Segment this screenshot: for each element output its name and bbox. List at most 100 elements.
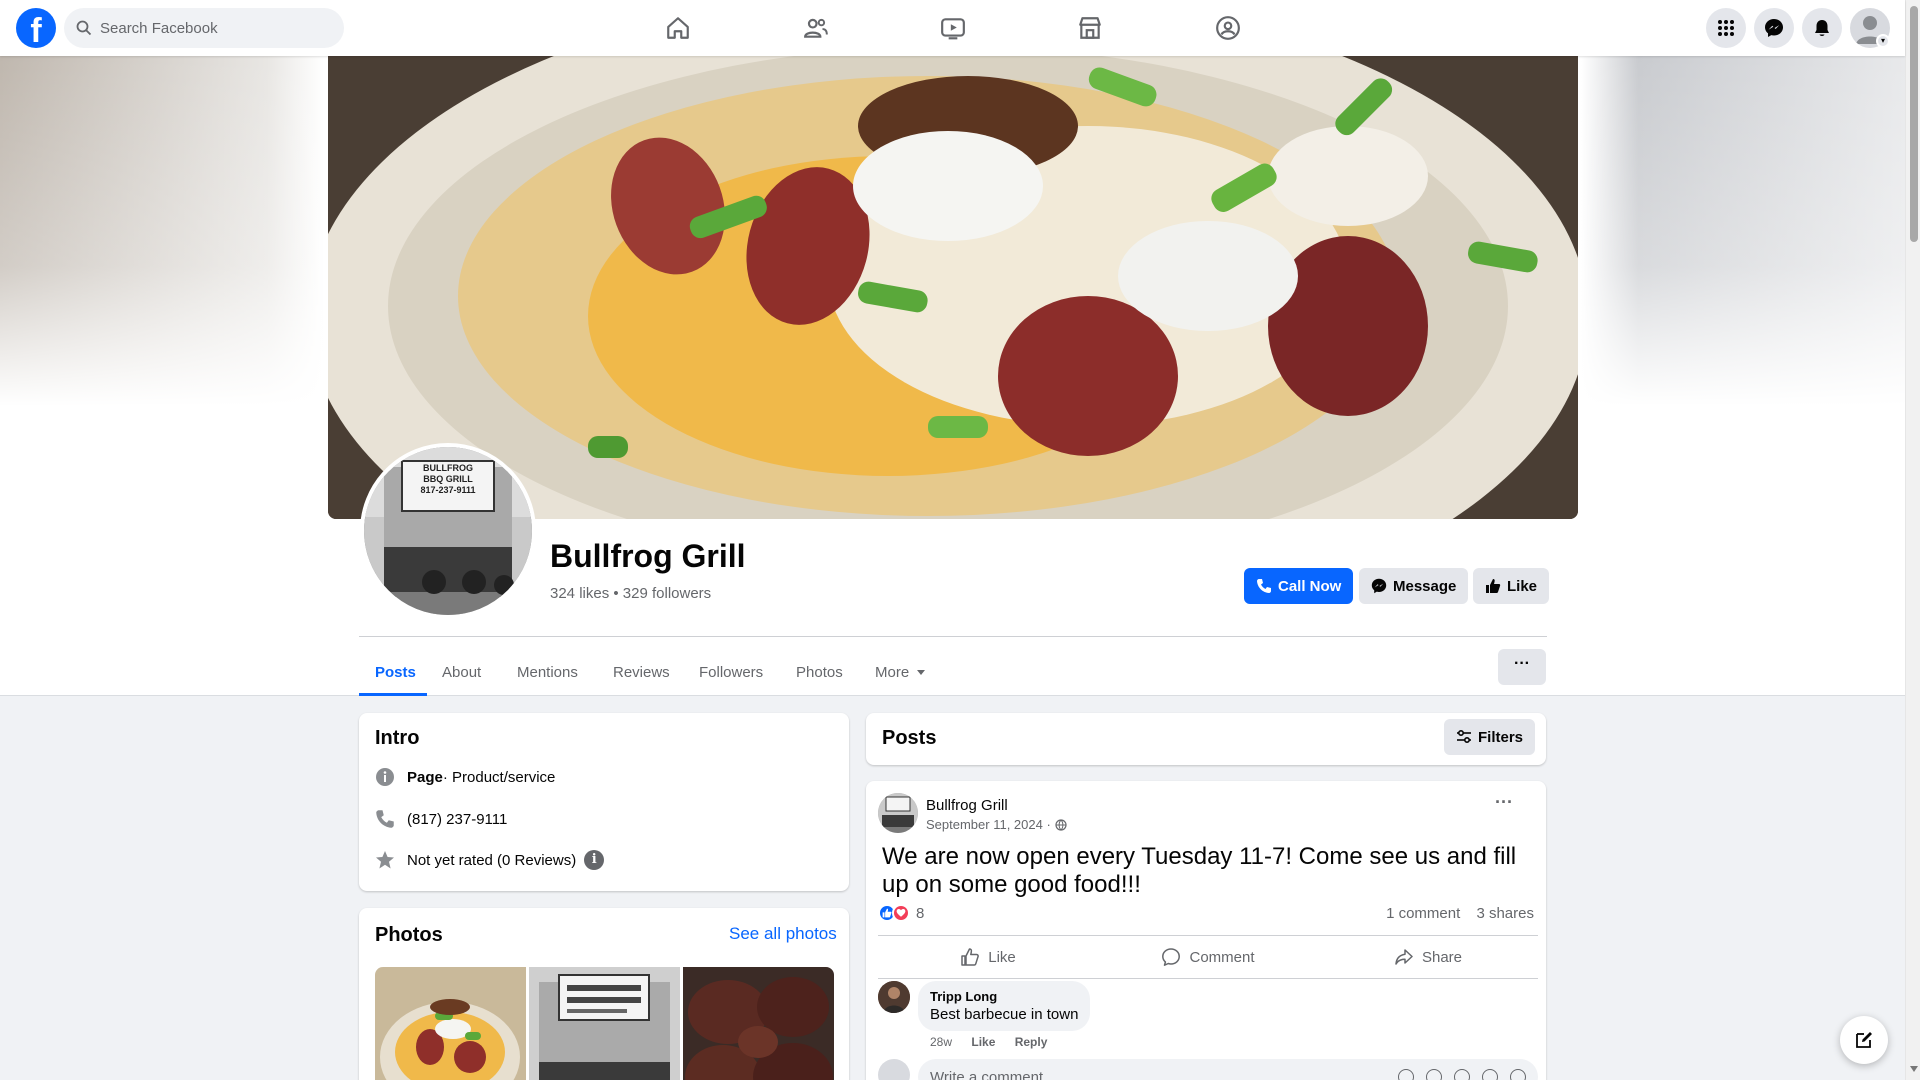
camera-icon[interactable] — [1454, 1069, 1470, 1080]
rating-info-icon[interactable]: i — [584, 850, 605, 870]
emoji-icon[interactable] — [1426, 1069, 1442, 1080]
search-box[interactable] — [64, 8, 344, 48]
new-message-button[interactable] — [1840, 1016, 1888, 1064]
filters-label: Filters — [1478, 728, 1524, 746]
like-page-button[interactable]: Like — [1473, 568, 1550, 604]
post-comment-button[interactable]: Comment — [1098, 936, 1318, 978]
menu-button[interactable] — [1706, 8, 1746, 48]
intro-phone-number: (817) 237-9111 — [407, 810, 508, 828]
nav-home[interactable] — [622, 8, 734, 48]
menu-grid-icon — [1718, 20, 1734, 36]
intro-phone[interactable]: (817) 237-9111 — [375, 809, 507, 829]
facebook-logo[interactable]: f — [16, 8, 56, 48]
profile-picture[interactable]: BULLFROG BBQ GRILL 817-237-9111 — [360, 443, 536, 619]
photo-thumbnail[interactable] — [375, 967, 526, 1080]
write-comment-box[interactable] — [918, 1059, 1538, 1080]
header-divider — [359, 636, 1547, 637]
comment-bubble-icon — [1162, 948, 1181, 966]
message-button[interactable]: Message — [1359, 568, 1469, 604]
page-more-options-button[interactable]: ··· — [1498, 649, 1546, 685]
photo-thumbnail[interactable] — [529, 967, 680, 1080]
scrollbar-thumb[interactable] — [1910, 6, 1918, 242]
photo-thumbnail[interactable] — [683, 967, 834, 1080]
gaming-icon — [1216, 16, 1240, 40]
love-reaction-icon — [892, 904, 910, 922]
comment-count[interactable]: 1 comment — [1386, 905, 1460, 922]
photo-smoked-meat-image — [683, 967, 834, 1080]
marketplace-icon — [1079, 17, 1101, 39]
post-author-avatar[interactable] — [878, 793, 918, 833]
friends-icon — [804, 18, 828, 38]
active-tab-indicator — [359, 693, 427, 696]
share-arrow-icon — [1395, 949, 1413, 965]
post-share-button[interactable]: Share — [1318, 936, 1538, 978]
commenter-avatar[interactable] — [878, 981, 910, 1013]
search-icon — [76, 20, 92, 36]
commenter-avatar-image — [878, 981, 910, 1013]
top-navigation-bar: f ▾ — [0, 0, 1905, 56]
comment-bubble: Tripp Long Best barbecue in town — [918, 981, 1091, 1031]
messenger-icon — [1371, 578, 1387, 594]
post-author-name[interactable]: Bullfrog Grill — [926, 797, 1008, 814]
share-count[interactable]: 3 shares — [1476, 905, 1534, 922]
search-input[interactable] — [100, 19, 330, 37]
photos-card: Photos See all photos — [359, 908, 849, 1080]
avatar-sticker-icon[interactable] — [1398, 1069, 1414, 1080]
tab-reviews[interactable]: Reviews — [597, 648, 686, 696]
thumbs-up-icon — [1486, 579, 1501, 593]
gif-icon[interactable] — [1482, 1069, 1498, 1080]
filters-button[interactable]: Filters — [1444, 719, 1536, 755]
nav-video[interactable] — [897, 8, 1009, 48]
scroll-down-arrow-icon[interactable] — [1910, 1066, 1918, 1072]
see-all-photos-link[interactable]: See all photos — [729, 924, 837, 944]
call-now-button[interactable]: Call Now — [1244, 568, 1354, 604]
cover-photo[interactable] — [328, 56, 1578, 519]
intro-category-name: · Product/service — [442, 768, 556, 786]
post-date[interactable]: September 11, 2024 · — [926, 817, 1067, 832]
compose-edit-icon — [1856, 1032, 1872, 1048]
post-counts: 1 comment 3 shares — [1374, 905, 1534, 922]
profile-sign: BULLFROG BBQ GRILL 817-237-9111 — [402, 463, 494, 496]
phone-icon — [376, 810, 394, 828]
tab-mentions[interactable]: Mentions — [501, 648, 594, 696]
tab-about[interactable]: About — [426, 648, 497, 696]
your-avatar — [878, 1059, 910, 1080]
tab-posts[interactable]: Posts — [359, 648, 432, 696]
messenger-icon — [1765, 19, 1783, 37]
globe-icon — [1055, 818, 1067, 831]
comment-age[interactable]: 28w — [930, 1035, 952, 1049]
call-now-label: Call Now — [1278, 577, 1342, 595]
post-more-options-button[interactable]: ··· — [1486, 793, 1522, 819]
intro-rating: Not yet rated (0 Reviews) i — [375, 850, 605, 870]
page-likes-followers[interactable]: 324 likes • 329 followers — [550, 585, 711, 602]
post-reactions[interactable]: 8 — [878, 904, 924, 922]
nav-marketplace[interactable] — [1034, 8, 1146, 48]
commenter-name[interactable]: Tripp Long — [930, 989, 1078, 1004]
tab-followers[interactable]: Followers — [683, 648, 779, 696]
messenger-button[interactable] — [1754, 8, 1794, 48]
caret-down-icon — [917, 669, 926, 675]
intro-category: Page · Product/service — [375, 767, 555, 787]
profile-sign-line3: 817-237-9111 — [420, 485, 476, 495]
nav-friends[interactable] — [760, 8, 872, 48]
like-action-label: Like — [988, 948, 1016, 966]
tab-label: Posts — [375, 663, 416, 681]
tab-more[interactable]: More — [859, 648, 941, 696]
photos-title: Photos — [375, 924, 443, 946]
comment-like-link[interactable]: Like — [971, 1035, 995, 1049]
account-chevron-down-icon[interactable]: ▾ — [1876, 34, 1890, 48]
tab-photos[interactable]: Photos — [780, 648, 859, 696]
page-scrollbar[interactable] — [1905, 0, 1920, 1080]
intro-card: Intro Page · Product/service (817) 237-9… — [359, 713, 849, 891]
tab-label: More — [875, 663, 910, 681]
tab-label: Reviews — [613, 663, 670, 681]
comment-reply-link[interactable]: Reply — [1015, 1035, 1048, 1049]
post-like-button[interactable]: Like — [878, 936, 1098, 978]
sticker-icon[interactable] — [1510, 1069, 1526, 1080]
thumbs-up-outline-icon — [961, 948, 980, 966]
nav-gaming[interactable] — [1172, 8, 1284, 48]
notifications-button[interactable] — [1802, 8, 1842, 48]
write-comment-input[interactable] — [930, 1068, 1386, 1080]
post-date-text: September 11, 2024 · — [926, 817, 1051, 832]
comment-action-label: Comment — [1189, 948, 1255, 966]
